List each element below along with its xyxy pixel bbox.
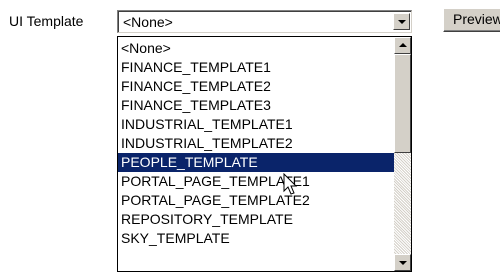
option-item[interactable]: INDUSTRIAL_TEMPLATE2: [118, 134, 394, 153]
option-item-selected[interactable]: PEOPLE_TEMPLATE: [118, 153, 394, 172]
chevron-down-icon: [398, 20, 406, 24]
ui-template-select[interactable]: <None>: [117, 10, 412, 33]
select-dropdown-button[interactable]: [393, 13, 410, 30]
preview-button[interactable]: Preview: [443, 8, 500, 32]
template-dropdown-list[interactable]: <None> FINANCE_TEMPLATE1 FINANCE_TEMPLAT…: [117, 36, 412, 272]
option-item[interactable]: <None>: [118, 39, 394, 58]
option-list: <None> FINANCE_TEMPLATE1 FINANCE_TEMPLAT…: [118, 39, 394, 248]
scrollbar-thumb[interactable]: [394, 54, 411, 153]
option-item[interactable]: REPOSITORY_TEMPLATE: [118, 210, 394, 229]
scroll-down-button[interactable]: [394, 254, 411, 271]
mouse-pointer-icon: [283, 173, 298, 195]
option-item[interactable]: SKY_TEMPLATE: [118, 229, 394, 248]
option-item[interactable]: PORTAL_PAGE_TEMPLATE2: [118, 191, 394, 210]
scroll-up-arrow-icon: [399, 43, 407, 47]
ui-template-label: UI Template: [9, 13, 84, 29]
option-item[interactable]: INDUSTRIAL_TEMPLATE1: [118, 115, 394, 134]
option-item[interactable]: FINANCE_TEMPLATE2: [118, 77, 394, 96]
option-item[interactable]: FINANCE_TEMPLATE1: [118, 58, 394, 77]
scroll-up-button[interactable]: [394, 37, 411, 54]
scroll-down-arrow-icon: [399, 261, 407, 265]
option-item[interactable]: PORTAL_PAGE_TEMPLATE1: [118, 172, 394, 191]
vertical-scrollbar[interactable]: [394, 37, 411, 271]
option-item[interactable]: FINANCE_TEMPLATE3: [118, 96, 394, 115]
select-current-value: <None>: [123, 14, 173, 30]
